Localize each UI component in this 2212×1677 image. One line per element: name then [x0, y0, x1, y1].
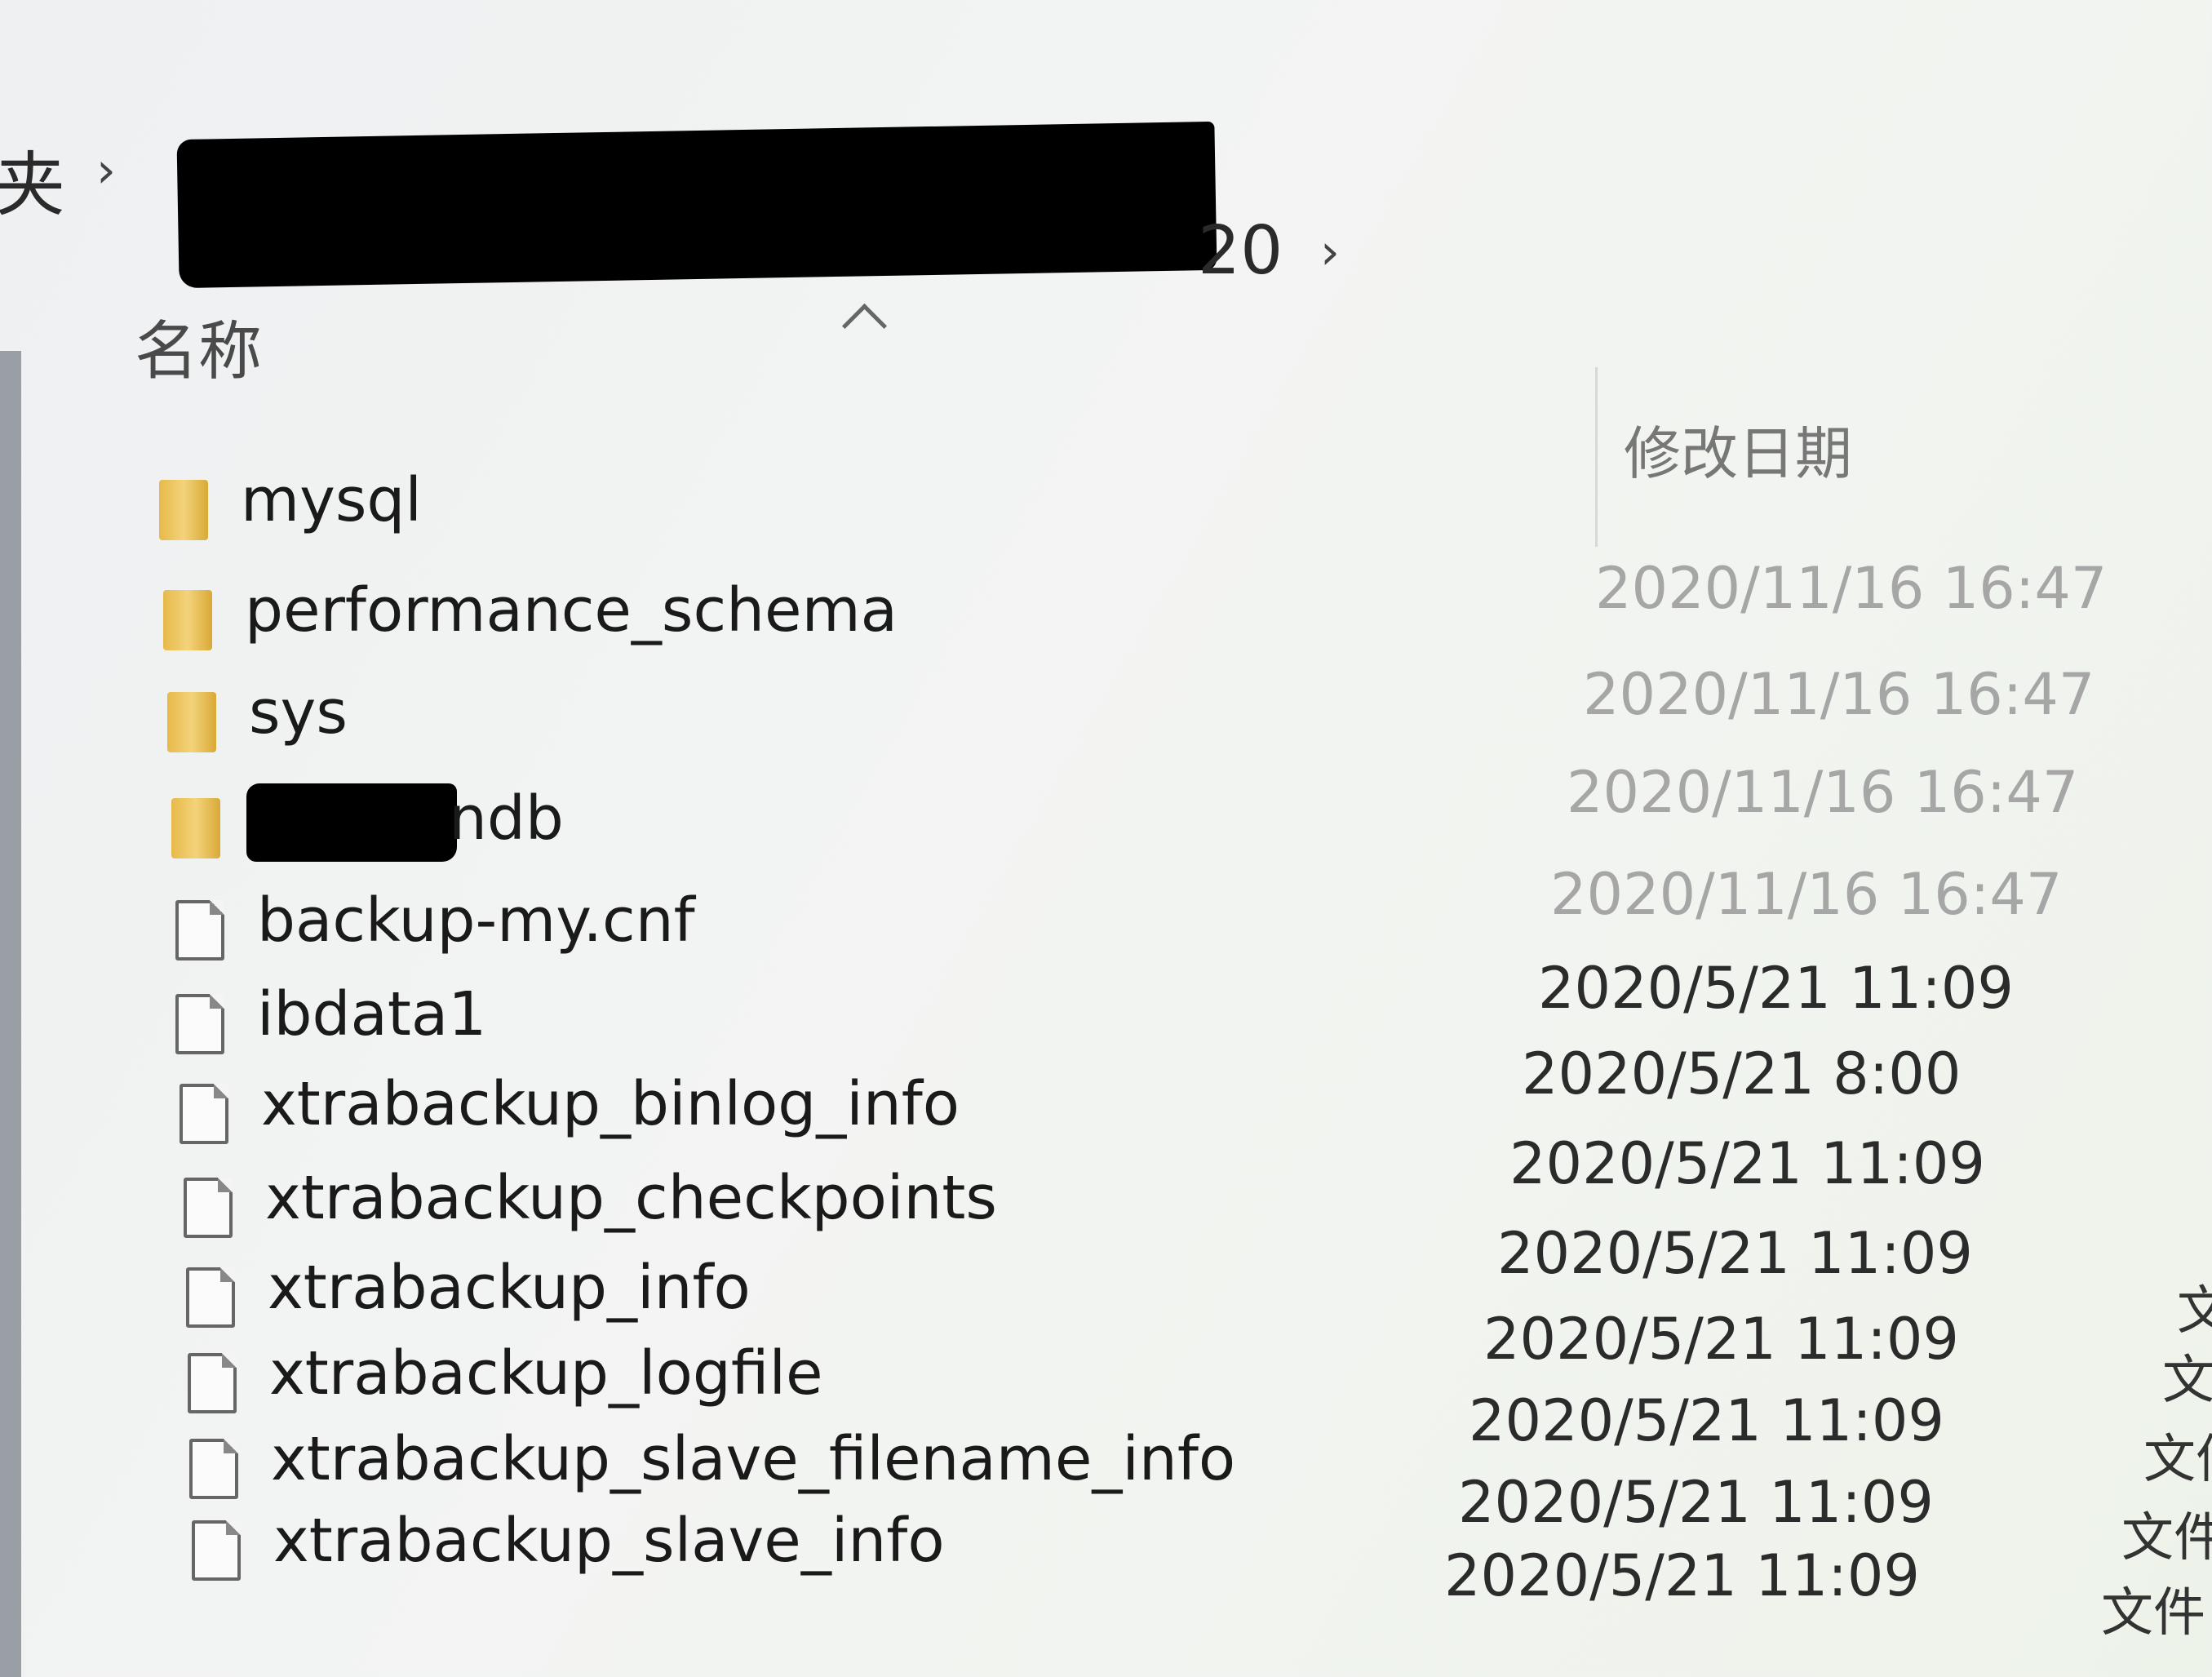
- list-item[interactable]: ndb 2020/11/16 16:47: [171, 783, 2212, 928]
- file-type: 文件: [2121, 1508, 2212, 1568]
- file-name: mysql: [241, 465, 422, 535]
- file-icon: [175, 900, 224, 961]
- file-name: backup-my.cnf: [257, 885, 695, 956]
- window-left-border: [0, 351, 21, 1677]
- chevron-right-icon[interactable]: ›: [1320, 224, 1340, 281]
- list-item[interactable]: ibdata1 2020/5/21 8:00: [175, 979, 2212, 1107]
- file-name: sys: [249, 677, 348, 748]
- redacted-path: [176, 121, 1217, 289]
- list-item[interactable]: backup-my.cnf 2020/5/21 11:09: [175, 885, 2212, 1022]
- file-name: xtrabackup_binlog_info: [261, 1069, 960, 1139]
- list-item[interactable]: xtrabackup_logfile 2020/5/21 11:09 文: [188, 1338, 2212, 1454]
- file-icon: [188, 1353, 237, 1413]
- file-name: xtrabackup_slave_filename_info: [271, 1424, 1236, 1494]
- folder-icon: [163, 590, 212, 650]
- folder-icon: [159, 480, 208, 540]
- file-icon: [189, 1439, 238, 1499]
- list-item[interactable]: xtrabackup_slave_info 2020/5/21 11:09 文件: [192, 1506, 2212, 1609]
- sort-ascending-icon: [841, 303, 888, 349]
- list-item[interactable]: xtrabackup_info 2020/5/21 11:09 文: [186, 1253, 2212, 1373]
- file-type: 文: [2177, 1281, 2212, 1342]
- column-header-name[interactable]: 名称: [135, 300, 262, 392]
- file-type: 文件: [2101, 1583, 2205, 1644]
- file-type: 文: [2162, 1351, 2212, 1411]
- list-item[interactable]: xtrabackup_checkpoints 2020/5/21 11:09: [184, 1163, 2212, 1287]
- file-icon: [192, 1520, 241, 1581]
- file-name: xtrabackup_checkpoints: [265, 1163, 997, 1233]
- chevron-right-icon[interactable]: ›: [96, 142, 116, 199]
- file-name: ibdata1: [257, 979, 487, 1049]
- file-type: 文件: [2143, 1430, 2212, 1490]
- file-icon: [184, 1178, 233, 1238]
- file-date: 2020/5/21 11:09: [1444, 1542, 1920, 1609]
- folder-icon: [167, 692, 216, 752]
- file-icon: [186, 1267, 235, 1328]
- list-item[interactable]: sys 2020/11/16 16:47: [167, 677, 2212, 826]
- file-name: xtrabackup_slave_info: [273, 1506, 945, 1576]
- list-item[interactable]: mysql 2020/11/16 16:47: [159, 465, 2212, 622]
- list-item[interactable]: xtrabackup_binlog_info 2020/5/21 11:09: [180, 1069, 2212, 1197]
- breadcrumb-current-segment[interactable]: 20: [1198, 212, 1283, 290]
- list-item[interactable]: performance_schema 2020/11/16 16:47: [163, 575, 2212, 728]
- file-name: ndb: [449, 783, 564, 854]
- file-icon: [180, 1084, 228, 1144]
- file-name: performance_schema: [245, 575, 898, 646]
- breadcrumb-prev-segment[interactable]: 夹: [0, 127, 65, 229]
- redacted-name-prefix: [246, 783, 457, 862]
- list-item[interactable]: xtrabackup_slave_filename_info 2020/5/21…: [189, 1424, 2212, 1536]
- file-name: xtrabackup_info: [268, 1253, 751, 1323]
- file-icon: [175, 994, 224, 1054]
- file-name: xtrabackup_logfile: [269, 1338, 823, 1409]
- folder-icon: [171, 798, 220, 858]
- breadcrumb: 夹 › 20 ›: [0, 121, 1387, 290]
